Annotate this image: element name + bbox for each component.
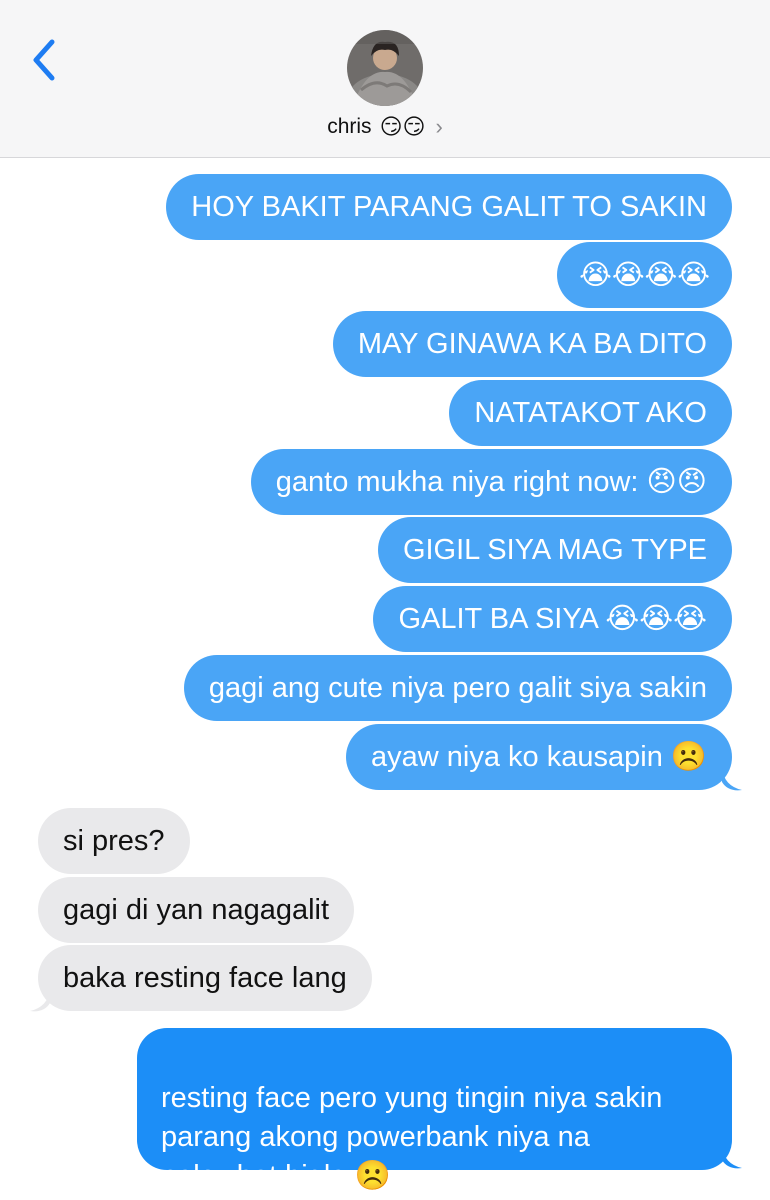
message-text: MAY GINAWA KA BA DITO: [357, 328, 707, 360]
chevron-right-icon: ›: [435, 114, 443, 139]
message-text: 😭😭😭😭: [579, 259, 710, 290]
contact-photo: [347, 30, 423, 106]
bubble-tail-outgoing: [722, 1146, 742, 1169]
message-text: gagi ang cute niya pero galit siya sakin: [208, 672, 707, 704]
message-text: baka resting face lang: [63, 962, 347, 994]
message-text: GIGIL SIYA MAG TYPE: [402, 534, 707, 566]
message-text: GALIT BA SIYA 😭😭😭: [398, 603, 707, 635]
message-bubble-outgoing[interactable]: 😭😭😭😭: [557, 242, 732, 308]
chevron-left-icon: [33, 39, 55, 81]
message-bubble-outgoing[interactable]: NATATAKOT AKO: [449, 380, 732, 446]
message-bubble-incoming[interactable]: baka resting face lang: [38, 945, 372, 1011]
message-text: si pres?: [63, 825, 165, 857]
message-bubble-outgoing[interactable]: ganto mukha niya right now: 😠😠: [250, 449, 732, 515]
avatar[interactable]: [347, 30, 423, 106]
message-bubble-outgoing[interactable]: MAY GINAWA KA BA DITO: [332, 311, 732, 377]
message-text: ayaw niya ko kausapin ☹️: [371, 741, 707, 773]
message-bubble-outgoing[interactable]: GIGIL SIYA MAG TYPE: [377, 517, 732, 583]
message-text: NATATAKOT AKO: [474, 397, 707, 429]
contact-info-button[interactable]: chris 😏😏 ›: [0, 110, 770, 144]
back-button[interactable]: [28, 36, 58, 84]
message-bubble-outgoing-multiline[interactable]: resting face pero yung tingin niya sakin…: [137, 1028, 732, 1192]
bubble-tail-outgoing: [722, 768, 742, 791]
message-bubble-outgoing[interactable]: gagi ang cute niya pero galit siya sakin: [183, 655, 732, 721]
message-text: HOY BAKIT PARANG GALIT TO SAKIN: [191, 191, 707, 223]
message-bubble-incoming[interactable]: gagi di yan nagagalit: [38, 877, 355, 943]
contact-name: chris: [327, 115, 372, 138]
contact-emoji: 😏😏: [379, 114, 426, 139]
message-text: resting face pero yung tingin niya sakin…: [161, 1082, 663, 1192]
bubble-tail-incoming: [30, 989, 50, 1012]
message-bubble-outgoing[interactable]: GALIT BA SIYA 😭😭😭: [373, 586, 732, 652]
message-bubble-incoming[interactable]: si pres?: [38, 808, 190, 874]
message-bubble-outgoing[interactable]: ayaw niya ko kausapin ☹️: [346, 724, 732, 790]
conversation-header: chris 😏😏 ›: [0, 0, 770, 158]
message-text: ganto mukha niya right now: 😠😠: [275, 466, 707, 498]
message-text: gagi di yan nagagalit: [63, 894, 330, 926]
message-bubble-outgoing[interactable]: HOY BAKIT PARANG GALIT TO SAKIN: [166, 174, 732, 240]
